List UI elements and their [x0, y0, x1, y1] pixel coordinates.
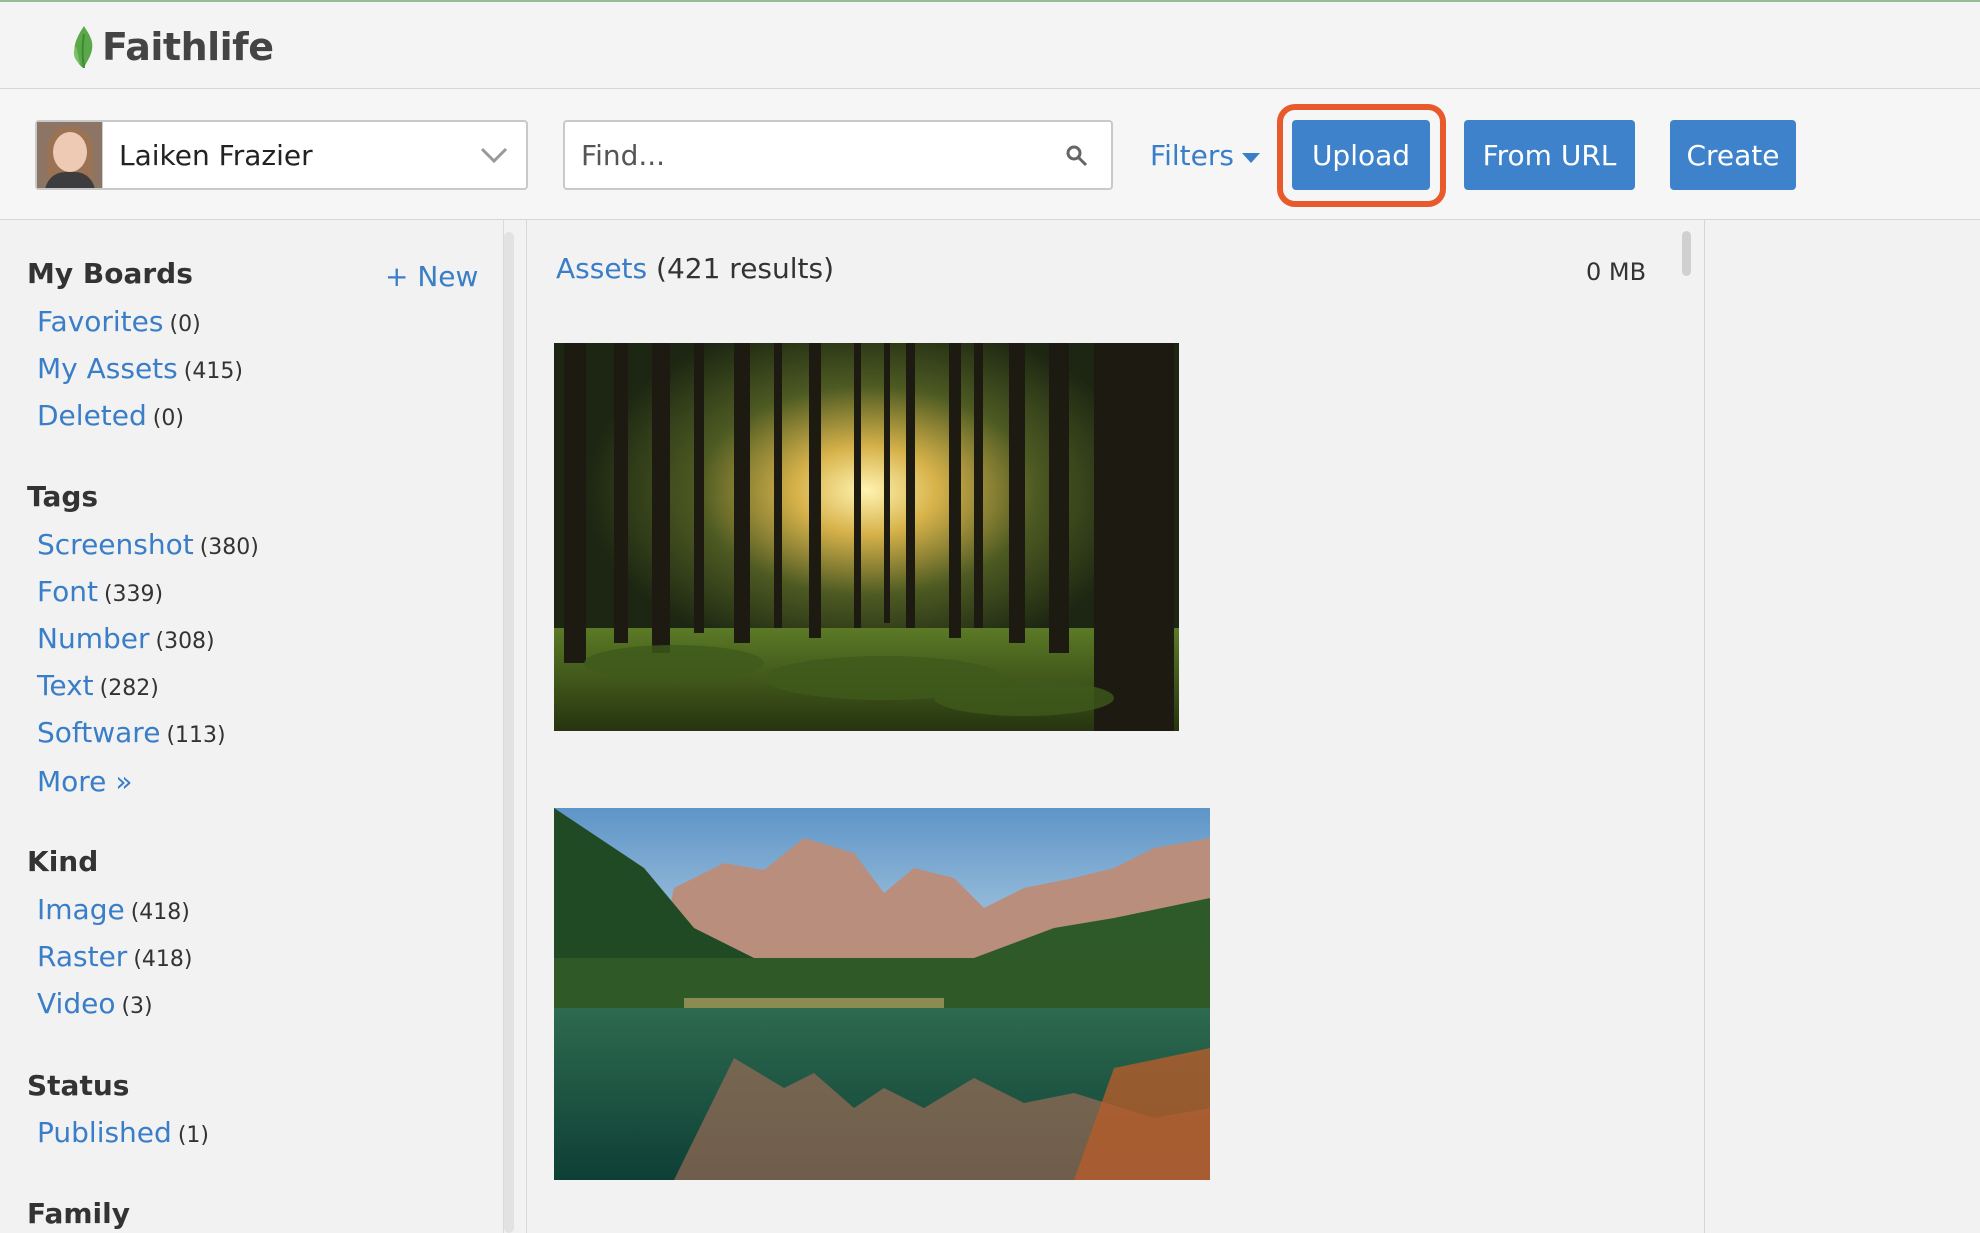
tag-text[interactable]: Text (282) [37, 669, 159, 702]
tag-label: Screenshot [37, 528, 194, 561]
tag-count: (113) [166, 723, 226, 748]
kind-raster[interactable]: Raster (418) [37, 940, 192, 973]
status-heading: Status [27, 1069, 130, 1102]
kind-image[interactable]: Image (418) [37, 893, 190, 926]
details-panel [1704, 220, 1980, 1233]
filters-label: Filters [1150, 139, 1234, 172]
tag-label: Font [37, 575, 98, 608]
brand-name: Faithlife [102, 25, 274, 69]
kind-video[interactable]: Video (3) [37, 987, 153, 1020]
search-icon[interactable] [1065, 144, 1089, 168]
board-deleted[interactable]: Deleted (0) [37, 399, 184, 432]
board-label: Deleted [37, 399, 147, 432]
board-label: My Assets [37, 352, 178, 385]
tag-software[interactable]: Software (113) [37, 716, 226, 749]
storage-size: 0 MB [1586, 258, 1647, 286]
board-count: (415) [183, 359, 243, 384]
results-count: (421 results) [656, 252, 835, 285]
tag-number[interactable]: Number (308) [37, 622, 215, 655]
asset-thumbnail-forest[interactable] [554, 343, 1179, 731]
caret-down-icon [1241, 152, 1260, 163]
tag-screenshot[interactable]: Screenshot (380) [37, 528, 259, 561]
my-boards-heading: My Boards [27, 257, 193, 290]
board-label: Favorites [37, 305, 164, 338]
board-count: (0) [152, 406, 184, 431]
create-button[interactable]: Create [1670, 120, 1796, 190]
filters-dropdown[interactable]: Filters [1150, 139, 1260, 172]
upload-button[interactable]: Upload [1292, 120, 1430, 190]
forest-image [554, 343, 1179, 731]
kind-count: (418) [130, 900, 190, 925]
kind-label: Raster [37, 940, 128, 973]
kind-heading: Kind [27, 845, 99, 878]
leaf-logo-icon [73, 26, 93, 69]
tag-font[interactable]: Font (339) [37, 575, 163, 608]
main-scrollbar[interactable] [1682, 231, 1691, 276]
tag-label: Number [37, 622, 150, 655]
assets-link[interactable]: Assets [556, 252, 647, 285]
tag-count: (282) [99, 676, 159, 701]
from-url-button[interactable]: From URL [1464, 120, 1635, 190]
toolbar: Laiken Frazier Filters Upload From URL C… [0, 89, 1980, 220]
tags-heading: Tags [27, 480, 99, 513]
search-input[interactable] [579, 132, 1049, 178]
new-board-link[interactable]: + New [385, 260, 478, 293]
results-header: Assets (421 results) [556, 252, 834, 285]
tag-count: (308) [155, 629, 215, 654]
kind-count: (3) [121, 994, 153, 1019]
chevron-down-icon[interactable] [480, 146, 508, 164]
kind-label: Video [37, 987, 116, 1020]
tag-label: Software [37, 716, 161, 749]
asset-thumbnail-lake[interactable] [554, 808, 1210, 1180]
account-name: Laiken Frazier [119, 138, 313, 172]
faithlife-logo[interactable]: Faithlife [68, 22, 274, 72]
avatar [37, 122, 103, 188]
more-tags-link[interactable]: More » [37, 765, 132, 798]
tag-count: (339) [103, 582, 164, 607]
kind-label: Image [37, 893, 125, 926]
top-header: Faithlife [0, 0, 1980, 89]
search-box[interactable] [563, 120, 1113, 190]
board-count: (0) [169, 312, 201, 337]
tag-count: (380) [199, 535, 259, 560]
kind-count: (418) [133, 947, 193, 972]
account-selector[interactable]: Laiken Frazier [35, 120, 528, 190]
status-label: Published [37, 1116, 172, 1149]
status-published[interactable]: Published (1) [37, 1116, 209, 1149]
tag-label: Text [37, 669, 94, 702]
status-count: (1) [177, 1123, 209, 1148]
lake-image [554, 808, 1210, 1180]
board-favorites[interactable]: Favorites (0) [37, 305, 201, 338]
board-my-assets[interactable]: My Assets (415) [37, 352, 243, 385]
sidebar-scrollbar[interactable] [504, 232, 514, 1233]
family-heading: Family [27, 1197, 131, 1230]
